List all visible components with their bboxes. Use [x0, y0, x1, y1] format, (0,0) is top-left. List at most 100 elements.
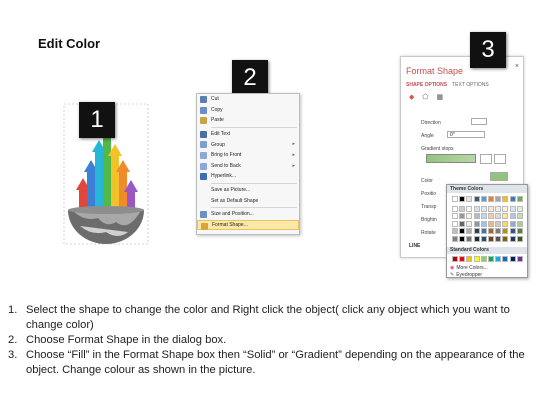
menu-item-group[interactable]: Group ▸	[197, 139, 299, 150]
color-swatch[interactable]	[509, 205, 516, 212]
size-icon[interactable]: ▦	[436, 93, 443, 101]
tab-shape-options[interactable]: SHAPE OPTIONS	[406, 82, 447, 88]
menu-item-save-as-picture[interactable]: Save as Picture...	[197, 185, 299, 196]
color-swatch[interactable]	[509, 220, 516, 227]
line-section[interactable]: LINE	[409, 243, 420, 249]
color-swatch[interactable]	[488, 205, 494, 212]
color-swatch[interactable]	[452, 228, 458, 234]
color-swatch[interactable]	[516, 235, 523, 242]
color-swatch[interactable]	[473, 196, 480, 202]
color-swatch[interactable]	[488, 213, 494, 219]
menu-item-paste[interactable]: Paste	[197, 115, 299, 126]
standard-color-swatch[interactable]	[516, 256, 523, 262]
menu-item-send-to-back[interactable]: Send to Back ▸	[197, 161, 299, 172]
direction-dropdown[interactable]	[471, 118, 487, 125]
standard-color-swatch[interactable]	[473, 256, 480, 262]
standard-color-swatch[interactable]	[466, 256, 473, 262]
color-swatch[interactable]	[452, 220, 458, 227]
color-swatch[interactable]	[473, 213, 480, 219]
color-swatch[interactable]	[473, 220, 480, 227]
color-swatch[interactable]	[480, 205, 487, 212]
color-swatch[interactable]	[459, 205, 466, 212]
menu-item-copy[interactable]: Copy	[197, 105, 299, 116]
menu-item-set-as-default-shape[interactable]: Set as Default Shape	[197, 195, 299, 206]
more-colors-link[interactable]: ◉ More Colors...	[450, 265, 488, 271]
color-swatch[interactable]	[516, 220, 523, 227]
color-swatch[interactable]	[516, 213, 523, 219]
color-swatch[interactable]	[473, 228, 480, 234]
color-swatch[interactable]	[459, 220, 466, 227]
standard-color-swatch[interactable]	[509, 256, 516, 262]
color-swatch[interactable]	[509, 196, 516, 202]
color-swatch[interactable]	[480, 220, 487, 227]
send-back-icon	[200, 162, 207, 170]
color-swatch[interactable]	[516, 205, 523, 212]
color-swatch[interactable]	[480, 228, 487, 234]
color-swatch[interactable]	[466, 220, 473, 227]
submenu-arrow-icon: ▸	[292, 141, 295, 148]
color-swatch[interactable]	[488, 235, 494, 242]
color-swatch[interactable]	[502, 220, 509, 227]
standard-color-swatch[interactable]	[488, 256, 494, 262]
color-swatch[interactable]	[502, 213, 509, 219]
color-swatch[interactable]	[509, 228, 516, 234]
eyedropper-link[interactable]: ✎ Eyedropper	[450, 272, 482, 278]
color-swatch[interactable]	[502, 228, 509, 234]
color-swatch[interactable]	[502, 205, 509, 212]
color-swatch[interactable]	[495, 205, 502, 212]
color-swatch[interactable]	[466, 228, 473, 234]
color-swatch[interactable]	[495, 228, 502, 234]
color-swatch[interactable]	[473, 235, 480, 242]
tab-text-options[interactable]: TEXT OPTIONS	[452, 82, 489, 88]
pane-title: Format Shape	[406, 66, 464, 76]
color-swatch[interactable]	[452, 196, 458, 202]
color-swatch[interactable]	[488, 228, 494, 234]
color-swatch[interactable]	[480, 235, 487, 242]
angle-input[interactable]: 0°	[447, 131, 485, 138]
color-swatch[interactable]	[459, 196, 466, 202]
color-swatch[interactable]	[509, 213, 516, 219]
menu-item-format-shape[interactable]: Format Shape...	[197, 219, 299, 231]
menu-item-hyperlink[interactable]: Hyperlink...	[197, 171, 299, 182]
color-swatch[interactable]	[473, 205, 480, 212]
close-icon[interactable]: ×	[515, 63, 519, 70]
color-swatch[interactable]	[488, 196, 494, 202]
standard-color-swatch[interactable]	[495, 256, 502, 262]
color-swatch[interactable]	[466, 205, 473, 212]
menu-item-bring-to-front[interactable]: Bring to Front ▸	[197, 150, 299, 161]
menu-item-edit-text[interactable]: Edit Text	[197, 129, 299, 140]
pentagon-icon[interactable]: ⬠	[422, 93, 428, 101]
color-swatch[interactable]	[509, 235, 516, 242]
color-swatch[interactable]	[516, 196, 523, 202]
remove-stop-button[interactable]	[494, 154, 506, 164]
color-swatch[interactable]	[459, 228, 466, 234]
standard-color-swatch[interactable]	[459, 256, 466, 262]
color-swatch[interactable]	[488, 220, 494, 227]
color-swatch[interactable]	[495, 196, 502, 202]
color-swatch[interactable]	[452, 213, 458, 219]
color-swatch[interactable]	[502, 235, 509, 242]
color-swatch[interactable]	[466, 213, 473, 219]
standard-color-swatch[interactable]	[452, 256, 458, 262]
color-swatch[interactable]	[459, 235, 466, 242]
color-swatch[interactable]	[480, 196, 487, 202]
gradient-bar[interactable]	[426, 154, 476, 163]
color-swatch[interactable]	[495, 213, 502, 219]
menu-item-size-and-position[interactable]: Size and Position...	[197, 209, 299, 220]
standard-color-swatch[interactable]	[502, 256, 509, 262]
color-swatch[interactable]	[495, 235, 502, 242]
color-swatch[interactable]	[466, 196, 473, 202]
color-picker-button[interactable]	[490, 172, 508, 181]
color-swatch[interactable]	[502, 196, 509, 202]
color-swatch[interactable]	[466, 235, 473, 242]
standard-color-swatch[interactable]	[480, 256, 487, 262]
color-swatch[interactable]	[452, 205, 458, 212]
color-swatch[interactable]	[516, 228, 523, 234]
menu-item-cut[interactable]: Cut	[197, 94, 299, 105]
color-swatch[interactable]	[480, 213, 487, 219]
color-swatch[interactable]	[495, 220, 502, 227]
fill-bucket-icon[interactable]: ◆	[409, 93, 414, 101]
color-swatch[interactable]	[452, 235, 458, 242]
add-stop-button[interactable]	[480, 154, 492, 164]
color-swatch[interactable]	[459, 213, 466, 219]
